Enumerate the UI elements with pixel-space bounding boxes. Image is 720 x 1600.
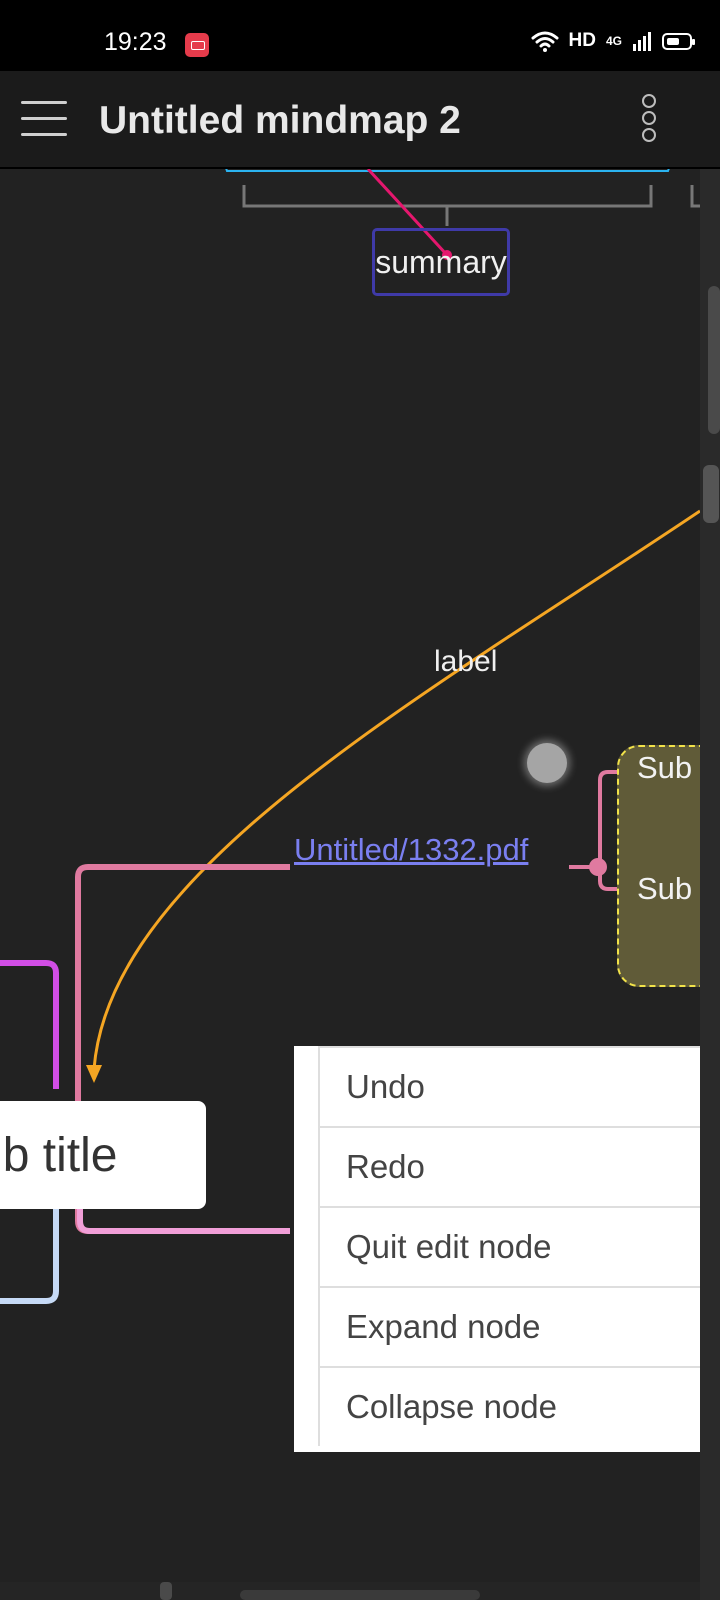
vertical-scroll-thumb[interactable] bbox=[708, 286, 720, 434]
hamburger-menu-icon[interactable] bbox=[21, 101, 67, 137]
menu-item-redo[interactable]: Redo bbox=[318, 1126, 700, 1206]
screen-record-icon bbox=[185, 33, 209, 57]
signal-icon bbox=[633, 32, 651, 51]
battery-icon bbox=[662, 32, 695, 50]
edge-label[interactable]: label bbox=[434, 645, 497, 679]
sub-node[interactable]: Sub bbox=[637, 750, 692, 786]
context-menu: Undo Redo Quit edit node Expand node Col… bbox=[294, 1046, 700, 1452]
link-node[interactable]: Untitled/1332.pdf bbox=[294, 832, 528, 868]
sub-title-label: ub title bbox=[0, 1128, 118, 1182]
status-bar: 19:23 HD 4G bbox=[0, 0, 720, 71]
touch-indicator bbox=[527, 743, 567, 783]
overflow-menu-icon[interactable] bbox=[642, 94, 658, 144]
vertical-scroll-handle[interactable] bbox=[703, 465, 719, 523]
menu-item-expand-node[interactable]: Expand node bbox=[318, 1286, 700, 1366]
summary-node[interactable]: summary bbox=[372, 228, 510, 296]
status-icons: HD 4G bbox=[531, 30, 695, 52]
app-bar: Untitled mindmap 2 bbox=[0, 71, 720, 169]
menu-item-collapse-node[interactable]: Collapse node bbox=[318, 1366, 700, 1446]
menu-item-undo[interactable]: Undo bbox=[318, 1046, 700, 1126]
horizontal-scroll-thumb[interactable] bbox=[240, 1590, 480, 1600]
horizontal-scroll-handle[interactable] bbox=[160, 1582, 172, 1600]
page-title: Untitled mindmap 2 bbox=[99, 99, 461, 142]
status-time: 19:23 bbox=[104, 28, 167, 56]
sub-title-node[interactable]: ub title bbox=[0, 1101, 206, 1209]
sub-node[interactable]: Sub bbox=[637, 871, 692, 907]
wifi-icon bbox=[531, 31, 559, 52]
network-type: 4G bbox=[605, 34, 622, 48]
menu-item-quit-edit-node[interactable]: Quit edit node bbox=[318, 1206, 700, 1286]
hd-indicator: HD bbox=[568, 30, 596, 51]
